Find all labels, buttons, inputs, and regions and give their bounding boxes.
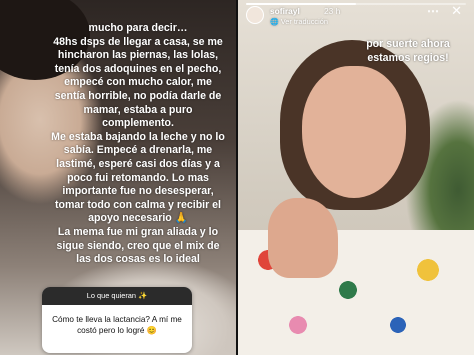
story-text-line-2: 48hs dsps de llegar a casa, se me hincha… (53, 35, 223, 130)
story-text-overlay: mucho para decir… 48hs dsps de llegar a … (50, 22, 226, 267)
story-header: sofirayl 23 h 🌐 Ver traducción ⋯ ✕ (246, 3, 468, 26)
story-photo-hand (268, 198, 338, 278)
translation-link[interactable]: 🌐 Ver traducción (270, 17, 328, 26)
right-story-panel[interactable]: sofirayl 23 h 🌐 Ver traducción ⋯ ✕ por su… (238, 0, 474, 355)
close-icon[interactable]: ✕ (451, 3, 462, 19)
story-caption: por suerte ahora estamos regios! (366, 38, 450, 64)
question-sticker[interactable]: Lo que quieran ✨ Cómo te lleva la lactan… (42, 287, 192, 353)
question-sticker-text: Cómo te lleva la lactancia? A mí me cost… (52, 315, 182, 335)
question-sticker-header: Lo que quieran ✨ (42, 287, 192, 305)
left-story-panel[interactable]: mucho para decir… 48hs dsps de llegar a … (0, 0, 236, 355)
story-text-line-4: La mema fue mi gran aliada y lo sigue si… (56, 225, 220, 266)
avatar[interactable] (246, 6, 264, 24)
story-photo-face (302, 66, 406, 198)
post-time: 23 h (324, 6, 341, 16)
globe-icon: 🌐 (270, 19, 279, 26)
username[interactable]: sofirayl (270, 6, 300, 16)
story-text-line-1: mucho para decir… (88, 22, 188, 34)
translation-label: Ver traducción (280, 17, 328, 26)
story-text-line-3: Me estaba bajando la leche y no lo sabía… (51, 130, 225, 225)
more-dots-icon[interactable]: ⋯ (427, 4, 440, 18)
